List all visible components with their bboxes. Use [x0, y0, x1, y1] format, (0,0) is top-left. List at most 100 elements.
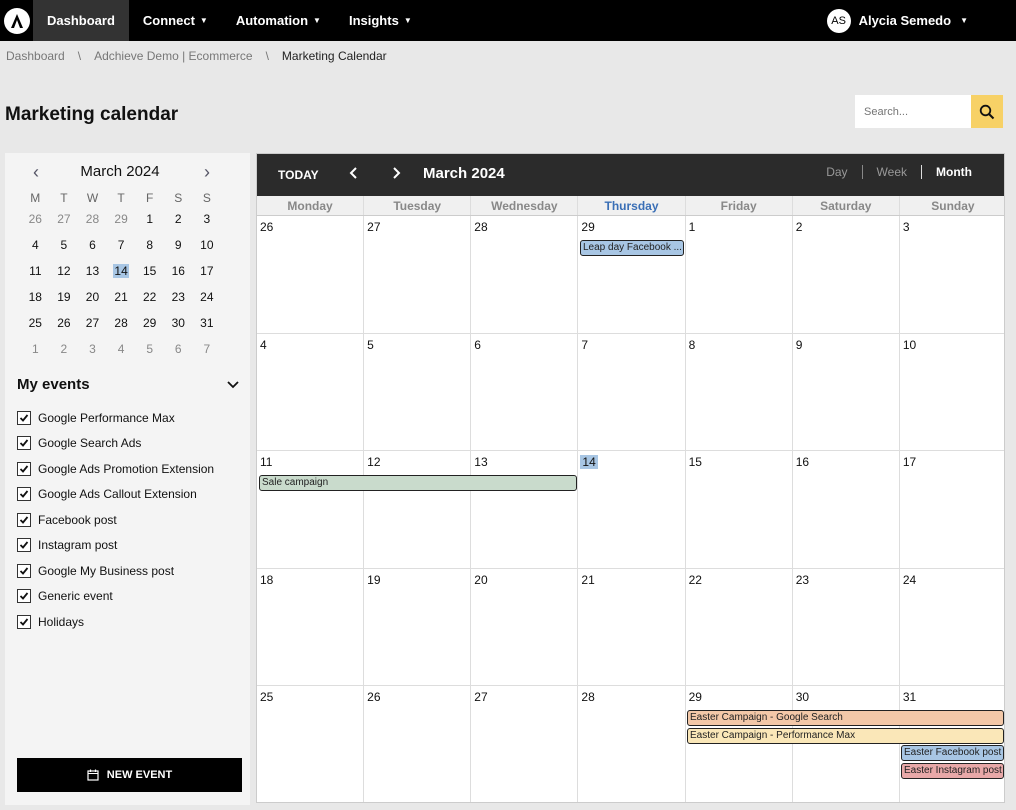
mini-next-month-button[interactable]: › — [197, 162, 217, 182]
mini-day[interactable]: 20 — [78, 290, 107, 304]
mini-day[interactable]: 2 — [50, 342, 79, 356]
event-filter-item[interactable]: Instagram post — [17, 533, 214, 559]
mini-day[interactable]: 26 — [21, 212, 50, 226]
day-cell[interactable]: 23 — [791, 568, 899, 686]
day-cell[interactable]: 9 — [791, 333, 899, 451]
mini-day[interactable]: 6 — [78, 238, 107, 252]
calendar-event[interactable]: Sale campaign — [259, 475, 577, 492]
mini-day[interactable]: 11 — [21, 264, 50, 278]
day-cell[interactable]: 24 — [898, 568, 1004, 686]
mini-day[interactable]: 29 — [135, 316, 164, 330]
mini-day[interactable]: 10 — [193, 238, 222, 252]
mini-day[interactable]: 5 — [50, 238, 79, 252]
day-cell[interactable]: 1 — [684, 216, 792, 333]
event-filter-item[interactable]: Holidays — [17, 609, 214, 635]
mini-prev-month-button[interactable]: ‹ — [26, 162, 46, 182]
day-cell[interactable]: 30 — [791, 686, 899, 802]
day-cell[interactable]: 17 — [898, 451, 1004, 568]
mini-day[interactable]: 18 — [21, 290, 50, 304]
mini-day[interactable]: 24 — [193, 290, 222, 304]
mini-day[interactable]: 30 — [164, 316, 193, 330]
mini-day[interactable]: 3 — [78, 342, 107, 356]
mini-day[interactable]: 31 — [193, 316, 222, 330]
mini-day[interactable]: 19 — [50, 290, 79, 304]
event-filter-item[interactable]: Google Search Ads — [17, 431, 214, 457]
day-cell[interactable]: 8 — [684, 333, 792, 451]
mini-day[interactable]: 29 — [107, 212, 136, 226]
prev-month-button[interactable] — [349, 164, 359, 185]
event-filter-item[interactable]: Google Performance Max — [17, 405, 214, 431]
event-filter-checkbox[interactable] — [17, 461, 31, 476]
mini-day[interactable]: 9 — [164, 238, 193, 252]
calendar-event[interactable]: Leap day Facebook ... — [580, 240, 684, 256]
mini-day[interactable]: 14 — [107, 264, 136, 278]
day-cell[interactable]: 28 — [470, 216, 577, 333]
event-filter-item[interactable]: Google Ads Promotion Extension — [17, 456, 214, 482]
day-cell[interactable]: 6 — [470, 333, 577, 451]
breadcrumb-item[interactable]: Adchieve Demo | Ecommerce — [94, 49, 253, 63]
user-menu[interactable]: AS Alycia Semedo ▼ — [826, 0, 968, 41]
day-cell[interactable]: 10 — [898, 333, 1004, 451]
day-cell[interactable]: 16 — [791, 451, 899, 568]
mini-day[interactable]: 1 — [135, 212, 164, 226]
event-filter-checkbox[interactable] — [17, 487, 31, 502]
nav-item-insights[interactable]: Insights ▼ — [335, 0, 426, 41]
event-filter-checkbox[interactable] — [17, 436, 31, 451]
mini-day[interactable]: 12 — [50, 264, 79, 278]
event-filter-checkbox[interactable] — [17, 512, 31, 527]
logo[interactable] — [0, 0, 33, 41]
mini-day[interactable]: 27 — [50, 212, 79, 226]
day-cell[interactable]: 20 — [470, 568, 577, 686]
mini-day[interactable]: 27 — [78, 316, 107, 330]
day-cell[interactable]: 26 — [257, 216, 363, 333]
view-day-button[interactable]: Day — [812, 165, 861, 179]
day-cell[interactable]: 4 — [257, 334, 363, 451]
day-cell[interactable]: 28 — [577, 686, 684, 802]
mini-day[interactable]: 3 — [193, 212, 222, 226]
event-filter-checkbox[interactable] — [17, 614, 31, 629]
event-filter-item[interactable]: Google My Business post — [17, 558, 214, 584]
view-week-button[interactable]: Week — [861, 165, 921, 179]
chevron-down-icon[interactable] — [227, 380, 239, 389]
day-cell[interactable]: 11 — [257, 451, 363, 568]
mini-day[interactable]: 28 — [78, 212, 107, 226]
event-filter-checkbox[interactable] — [17, 538, 31, 553]
day-cell[interactable]: 26 — [363, 686, 470, 802]
mini-day[interactable]: 6 — [164, 342, 193, 356]
mini-day[interactable]: 28 — [107, 316, 136, 330]
day-cell[interactable]: 21 — [577, 568, 684, 686]
nav-item-dashboard[interactable]: Dashboard — [33, 0, 129, 41]
day-cell[interactable]: 3 — [898, 216, 1004, 333]
breadcrumb-item[interactable]: Dashboard — [6, 49, 65, 63]
day-cell[interactable]: 7 — [577, 333, 684, 451]
mini-day[interactable]: 1 — [21, 342, 50, 356]
today-button[interactable]: TODAY — [278, 168, 319, 182]
day-cell[interactable]: 27 — [363, 216, 470, 333]
calendar-event[interactable]: Easter Facebook post — [901, 745, 1004, 762]
mini-day[interactable]: 4 — [107, 342, 136, 356]
day-cell[interactable]: 2 — [791, 216, 899, 333]
calendar-event[interactable]: Easter Campaign - Performance Max — [687, 727, 1004, 744]
mini-day[interactable]: 8 — [135, 238, 164, 252]
my-events-header[interactable]: My events — [17, 376, 239, 393]
day-cell[interactable]: 27 — [470, 686, 577, 802]
calendar-event[interactable]: Easter Campaign - Google Search — [687, 710, 1004, 727]
mini-day[interactable]: 16 — [164, 264, 193, 278]
day-cell[interactable]: 14 — [577, 451, 684, 568]
day-cell[interactable]: 15 — [684, 451, 792, 568]
day-cell[interactable]: 29 — [577, 216, 684, 333]
mini-day[interactable]: 2 — [164, 212, 193, 226]
search-button[interactable] — [971, 95, 1003, 128]
mini-day[interactable]: 7 — [193, 342, 222, 356]
mini-day[interactable]: 15 — [135, 264, 164, 278]
day-cell[interactable]: 29 — [684, 686, 792, 802]
event-filter-item[interactable]: Facebook post — [17, 507, 214, 533]
day-cell[interactable]: 22 — [684, 568, 792, 686]
view-month-button[interactable]: Month — [921, 165, 986, 179]
next-month-button[interactable] — [391, 164, 401, 185]
day-cell[interactable]: 18 — [257, 569, 363, 686]
event-filter-checkbox[interactable] — [17, 410, 31, 425]
day-cell[interactable]: 5 — [363, 333, 470, 451]
mini-day[interactable]: 25 — [21, 316, 50, 330]
mini-day[interactable]: 17 — [193, 264, 222, 278]
